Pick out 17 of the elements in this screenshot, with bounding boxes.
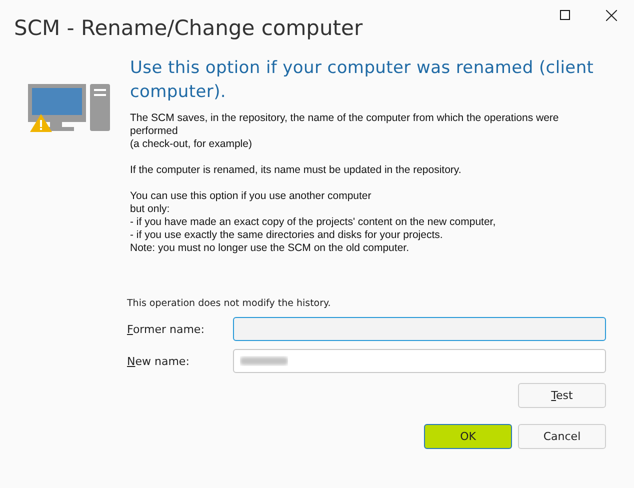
computer-warning-icon [28, 84, 110, 134]
heading: Use this option if your computer was renamed (client computer). [130, 57, 595, 104]
ok-button[interactable]: OK [424, 424, 512, 449]
name-field[interactable] [233, 317, 606, 341]
cancel-button[interactable]: Cancel [518, 424, 606, 449]
field-label: New name: [127, 354, 190, 368]
field-label: Former name: [127, 322, 206, 336]
blurred-value-icon [240, 356, 288, 366]
description-text: You can use this option if you use another computer but only: - if you have made an exact copy of the projects' content on the new computer, - if you use exactly the same directories and disks for your projects. Note: you must no longer use the SCM on the old computer. [130, 190, 497, 255]
close-icon[interactable] [606, 10, 616, 20]
description-text: If the computer is renamed, its name must be updated in the repository. [130, 164, 462, 177]
description-text: The SCM saves, in the repository, the name of the computer from which the operations were performed (a check-out, for example) [130, 112, 560, 151]
test-button[interactable]: Test [518, 383, 606, 408]
name-field[interactable] [233, 349, 606, 373]
window-title: SCM - Rename/Change computer [14, 16, 363, 40]
history-note: This operation does not modify the history. [127, 298, 332, 309]
maximize-icon[interactable] [560, 10, 570, 20]
